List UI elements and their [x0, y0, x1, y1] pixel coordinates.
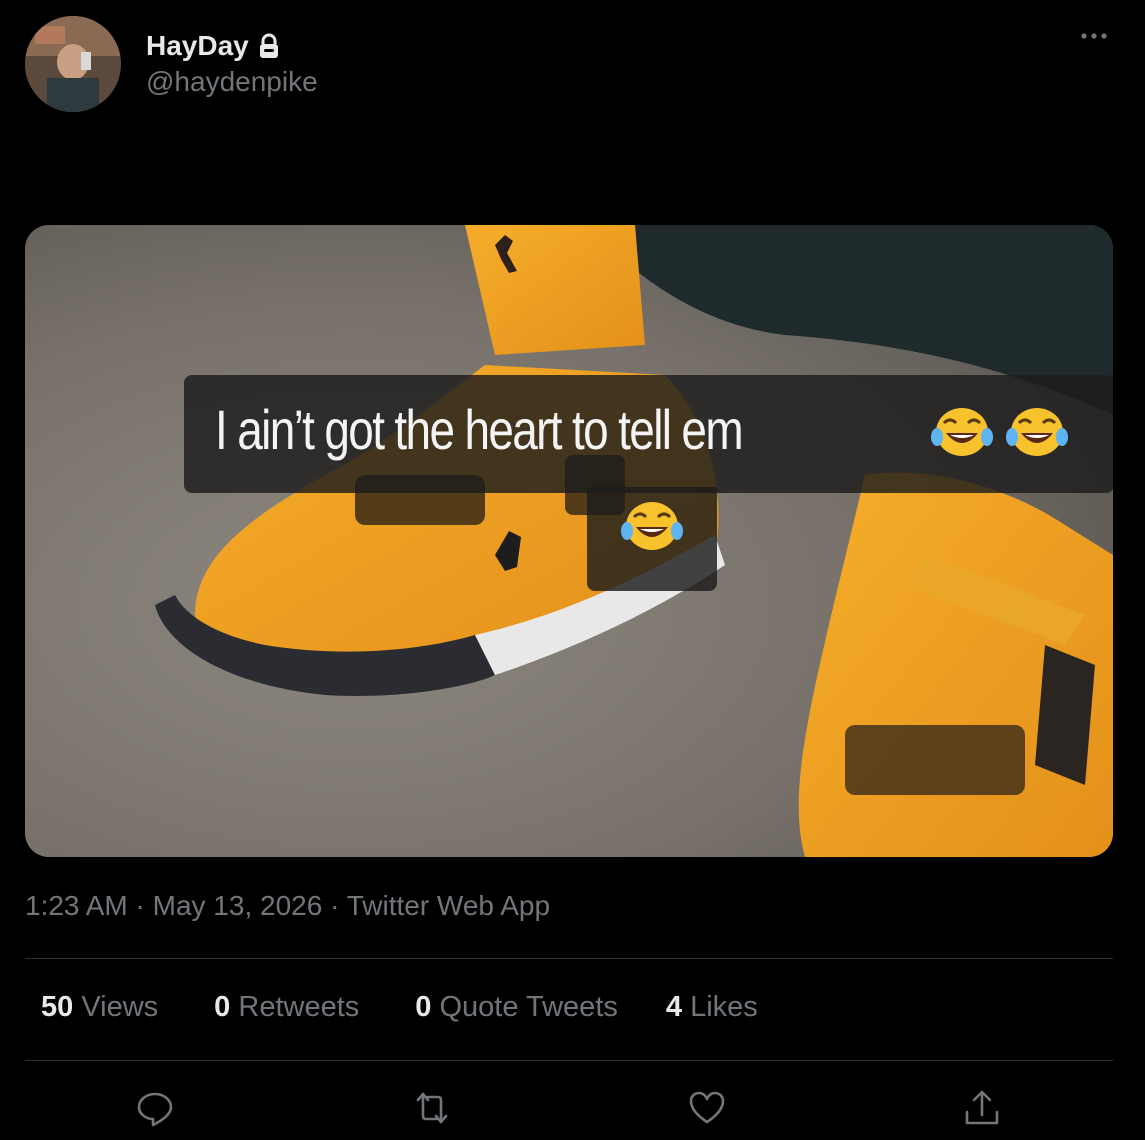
author-name-row: HayDay [146, 30, 281, 62]
quotes-count: 0 [415, 991, 432, 1023]
tweet-time[interactable]: 1:23 AM [25, 890, 128, 921]
reply-icon[interactable] [135, 1088, 175, 1128]
views-label: Views [81, 991, 159, 1023]
tweet-stats: 50 Views 0 Retweets 0 Quote Tweets 4 Lik… [41, 991, 814, 1024]
more-icon[interactable] [1079, 26, 1109, 46]
media-photo [25, 225, 1113, 857]
quote-tweets-stat[interactable]: 0 Quote Tweets [415, 991, 618, 1024]
author-handle[interactable]: @haydenpike [146, 66, 318, 98]
share-icon[interactable] [962, 1088, 1002, 1128]
likes-count: 4 [665, 991, 683, 1023]
tweet-date[interactable]: May 13, 2026 [153, 890, 323, 921]
like-icon[interactable] [687, 1088, 727, 1128]
views-count: 50 [41, 991, 74, 1023]
likes-label: Likes [690, 991, 758, 1023]
tweet-source[interactable]: Twitter Web App [347, 890, 550, 921]
tweet-media[interactable]: I ain’t got the heart to tell em [25, 225, 1113, 857]
crying-laughing-emoji-icon [620, 497, 684, 555]
tweet: HayDay @haydenpike I ain’t got the heart… [0, 0, 1145, 1140]
retweet-icon[interactable] [412, 1088, 452, 1128]
avatar[interactable] [25, 16, 121, 112]
retweets-stat[interactable]: 0 Retweets [214, 991, 359, 1024]
divider [25, 958, 1113, 959]
avatar-photo [25, 16, 121, 112]
retweets-count: 0 [214, 991, 231, 1023]
quotes-label: Quote Tweets [439, 991, 618, 1023]
tweet-timestamp: 1:23 AM · May 13, 2026 · Twitter Web App [25, 890, 550, 922]
crying-laughing-emoji-icon [1005, 403, 1069, 461]
media-caption: I ain’t got the heart to tell em [215, 398, 744, 461]
likes-stat[interactable]: 4 Likes [666, 991, 758, 1024]
divider [25, 1060, 1113, 1061]
meta-separator: · [330, 890, 340, 921]
display-name[interactable]: HayDay [146, 30, 249, 62]
crying-laughing-emoji-icon [930, 403, 994, 461]
retweets-label: Retweets [238, 991, 360, 1023]
views-stat[interactable]: 50 Views [41, 991, 158, 1024]
lock-icon [257, 33, 281, 59]
meta-separator: · [135, 890, 145, 921]
